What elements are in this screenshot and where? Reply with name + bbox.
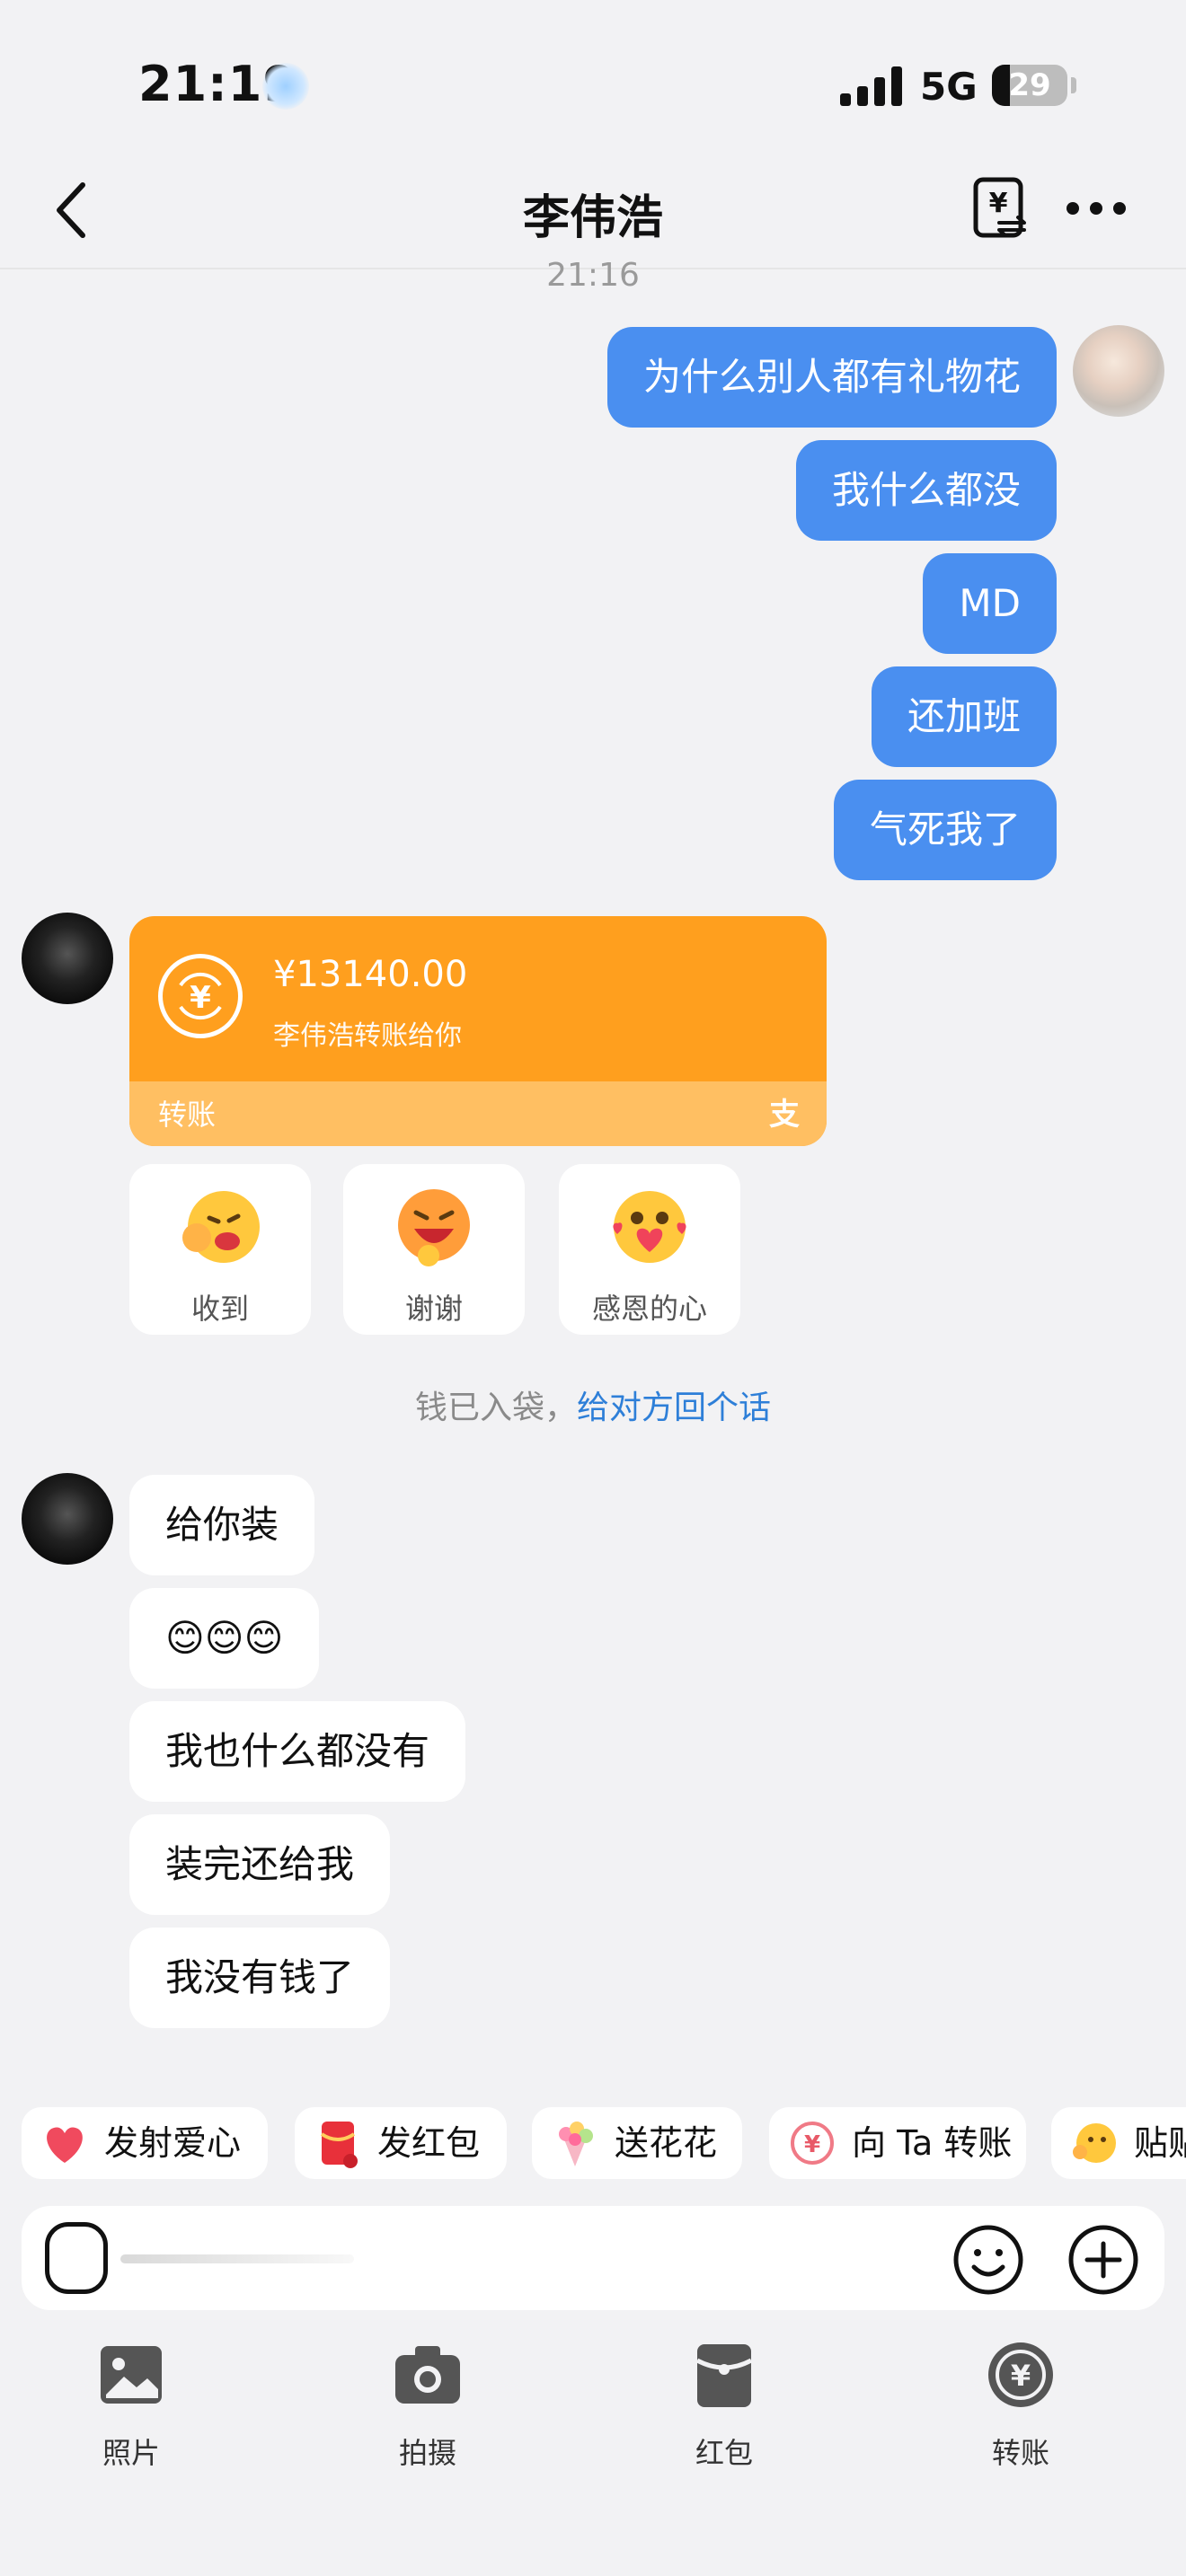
chip-label: 贴贴 xyxy=(1134,2123,1186,2163)
sent-message[interactable]: 还加班 xyxy=(871,666,1057,767)
quick-action-transfer[interactable]: ¥ 向 Ta 转账 xyxy=(769,2107,1026,2179)
more-button[interactable] xyxy=(1062,190,1130,226)
contact-avatar[interactable] xyxy=(22,913,113,1004)
system-note: 钱已入袋，给对方回个话 xyxy=(0,1381,1186,1428)
heart-icon xyxy=(47,2127,83,2163)
transfer-shortcut-button[interactable]: ¥ xyxy=(972,176,1031,243)
sent-message[interactable]: 为什么别人都有礼物花 xyxy=(606,327,1057,428)
reaction-label: 收到 xyxy=(190,1292,249,1326)
svg-text:¥: ¥ xyxy=(804,2131,820,2158)
message-timestamp: 21:16 xyxy=(546,257,640,294)
laughing-face-icon xyxy=(398,1189,470,1266)
reaction-label: 感恩的心 xyxy=(591,1292,707,1326)
toolbar-photos[interactable]: 照片 xyxy=(59,2339,203,2472)
quick-action-send-heart[interactable]: 发射爱心 xyxy=(22,2107,268,2179)
quick-action-red-packet[interactable]: 发红包 xyxy=(295,2107,507,2179)
red-packet-icon xyxy=(695,2344,753,2407)
battery-icon: 29 xyxy=(992,65,1067,106)
sent-message[interactable]: MD xyxy=(923,553,1057,654)
flower-bouquet-icon xyxy=(559,2122,593,2166)
location-indicator-icon xyxy=(262,63,309,110)
reaction-thanks[interactable]: 谢谢 xyxy=(343,1164,525,1335)
battery-level: 29 xyxy=(1008,67,1051,103)
ok-face-icon xyxy=(182,1191,260,1263)
toolbar-label: 红包 xyxy=(695,2436,753,2470)
system-note-text: 钱已入袋， xyxy=(414,1389,577,1426)
heart-face-icon xyxy=(613,1191,686,1263)
toolbar-transfer[interactable]: ¥ 转账 xyxy=(949,2339,1093,2472)
toolbar-label: 拍摄 xyxy=(398,2436,456,2470)
svg-text:¥: ¥ xyxy=(989,188,1008,219)
photo-icon xyxy=(101,2346,162,2404)
transfer-subtitle: 李伟浩转账给你 xyxy=(273,1020,462,1052)
received-message[interactable]: 装完还给我 xyxy=(129,1814,391,1915)
chip-label: 向 Ta 转账 xyxy=(852,2123,1013,2163)
received-message[interactable]: 我没有钱了 xyxy=(129,1928,391,2028)
transfer-icon: ¥ xyxy=(973,177,1026,238)
reaction-label: 谢谢 xyxy=(404,1292,463,1326)
my-avatar[interactable] xyxy=(1073,325,1164,417)
smiley-icon xyxy=(953,2225,1023,2295)
network-type: 5G xyxy=(920,65,978,109)
add-button[interactable] xyxy=(1066,2222,1141,2298)
reaction-grateful[interactable]: 感恩的心 xyxy=(559,1164,740,1335)
received-message[interactable]: 给你装 xyxy=(129,1475,315,1575)
hug-face-icon xyxy=(1073,2123,1116,2163)
chip-label: 送花花 xyxy=(615,2123,718,2163)
received-message[interactable]: 😊😊😊 xyxy=(129,1588,320,1689)
received-message[interactable]: 我也什么都没有 xyxy=(129,1701,466,1802)
more-dots-icon xyxy=(1067,202,1126,215)
sent-message[interactable]: 气死我了 xyxy=(833,780,1057,880)
red-packet-icon xyxy=(320,2122,358,2168)
contact-avatar[interactable] xyxy=(22,1473,113,1565)
svg-text:¥: ¥ xyxy=(1011,2359,1031,2393)
toolbar-camera[interactable]: 拍摄 xyxy=(356,2339,500,2472)
transfer-circle-icon: ¥ xyxy=(988,2342,1053,2407)
transfer-amount: ¥13140.00 xyxy=(273,954,468,995)
reaction-received[interactable]: 收到 xyxy=(129,1164,311,1335)
chip-label: 发射爱心 xyxy=(104,2123,242,2163)
cellular-signal-icon xyxy=(840,66,903,106)
transfer-card-footer xyxy=(129,1081,827,1146)
quick-action-hug[interactable]: 贴贴 xyxy=(1051,2107,1186,2179)
transfer-card[interactable]: ¥ ¥13140.00 李伟浩转账给你 转账 支 xyxy=(129,916,827,1146)
toolbar-label: 转账 xyxy=(991,2436,1049,2470)
message-input-bar xyxy=(22,2206,1164,2310)
battery-tip xyxy=(1071,77,1076,93)
reply-link[interactable]: 给对方回个话 xyxy=(577,1389,771,1426)
transfer-circle-icon: ¥ xyxy=(791,2122,834,2165)
camera-icon xyxy=(395,2346,460,2404)
message-input[interactable] xyxy=(58,2228,870,2290)
quick-action-send-flowers[interactable]: 送花花 xyxy=(532,2107,742,2179)
svg-text:¥: ¥ xyxy=(190,980,211,1016)
transfer-label: 转账 xyxy=(158,1098,217,1132)
toolbar-label: 照片 xyxy=(102,2436,160,2470)
toolbar-red-packet[interactable]: 红包 xyxy=(652,2339,796,2472)
alipay-logo: 支 xyxy=(769,1097,800,1133)
sent-message[interactable]: 我什么都没 xyxy=(795,440,1057,541)
emoji-button[interactable] xyxy=(951,2222,1026,2298)
transfer-received-icon: ¥ xyxy=(158,954,243,1038)
plus-icon xyxy=(1068,2225,1138,2295)
chip-label: 发红包 xyxy=(377,2123,481,2163)
